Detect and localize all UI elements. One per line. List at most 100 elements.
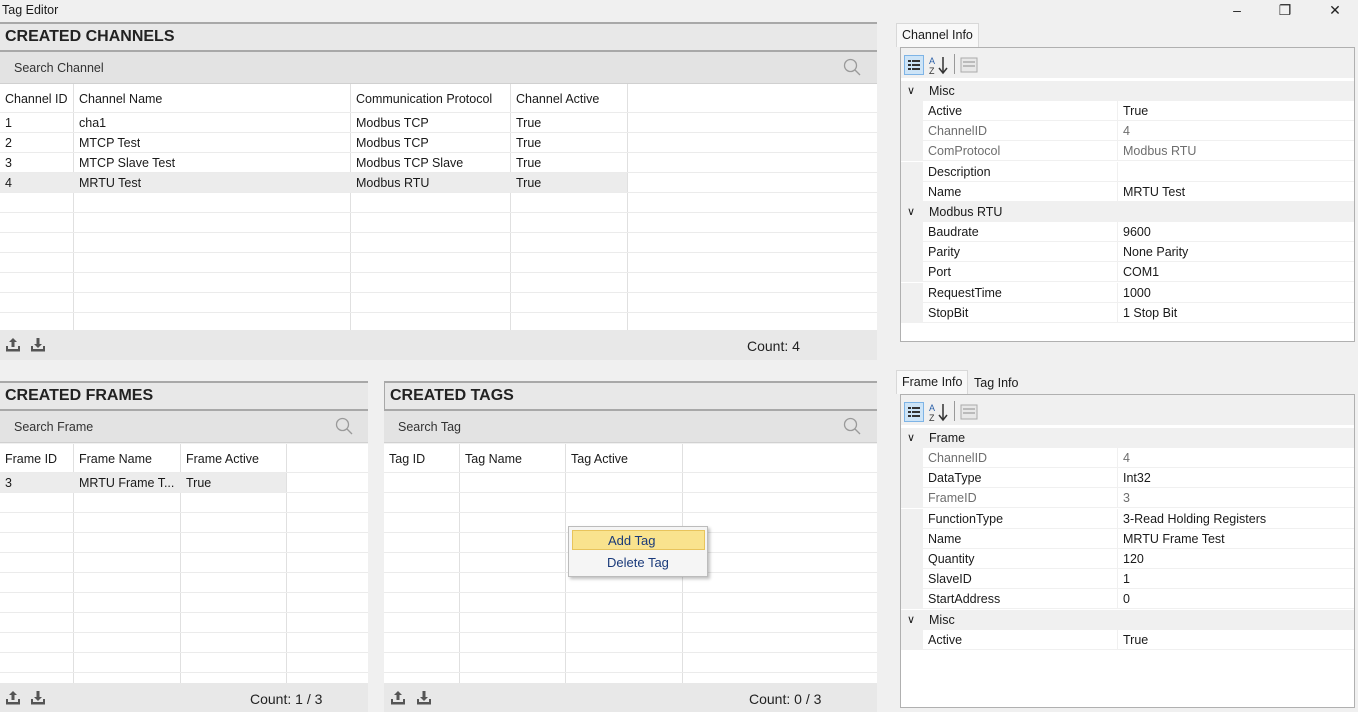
tag-search-bar[interactable]: Search Tag bbox=[384, 411, 877, 443]
property-row[interactable]: Active True bbox=[901, 629, 1354, 650]
channels-table[interactable]: Channel ID Channel Name Communication Pr… bbox=[0, 84, 877, 330]
property-value[interactable]: 0 bbox=[1123, 592, 1130, 606]
category-label: Modbus RTU bbox=[929, 205, 1003, 219]
chevron-down-icon[interactable]: ∨ bbox=[907, 84, 915, 97]
property-value[interactable]: 120 bbox=[1123, 552, 1144, 566]
property-row[interactable]: StartAddress 0 bbox=[901, 589, 1354, 610]
maximize-button[interactable]: ❐ bbox=[1262, 0, 1308, 22]
column-header-channel-name[interactable]: Channel Name bbox=[79, 92, 162, 106]
column-header-tag-name[interactable]: Tag Name bbox=[465, 452, 522, 466]
category-label: Frame bbox=[929, 431, 966, 445]
search-icon[interactable] bbox=[843, 58, 861, 76]
column-header-protocol[interactable]: Communication Protocol bbox=[356, 92, 492, 106]
upload-icon[interactable] bbox=[5, 690, 21, 706]
frame-property-grid[interactable]: AZ ∨ Frame ChannelID 4 DataType Int32 FrameID 3… bbox=[900, 394, 1355, 708]
category-label: Misc bbox=[929, 84, 955, 98]
property-row[interactable]: StopBit 1 Stop Bit bbox=[901, 302, 1354, 323]
menu-item-add-tag[interactable]: Add Tag bbox=[572, 530, 705, 550]
property-value[interactable]: 1 Stop Bit bbox=[1123, 306, 1177, 320]
alphabetical-icon[interactable]: AZ bbox=[928, 55, 950, 75]
property-category[interactable]: ∨ Misc bbox=[901, 81, 1354, 101]
column-header-tag-id[interactable]: Tag ID bbox=[389, 452, 425, 466]
property-name: Description bbox=[928, 164, 991, 179]
channel-property-grid[interactable]: AZ ∨ Misc Active True ChannelID 4 ComProtocol M… bbox=[900, 47, 1355, 342]
property-row[interactable]: FunctionType 3-Read Holding Registers bbox=[901, 508, 1354, 529]
column-header-tag-active[interactable]: Tag Active bbox=[571, 452, 628, 466]
column-divider bbox=[1117, 549, 1118, 569]
tags-header: CREATED TAGS bbox=[384, 381, 877, 411]
property-row[interactable]: RequestTime 1000 bbox=[901, 282, 1354, 303]
property-value[interactable]: 3 bbox=[1123, 491, 1130, 505]
chevron-down-icon[interactable]: ∨ bbox=[907, 431, 915, 444]
property-row[interactable]: Active True bbox=[901, 101, 1354, 121]
svg-text:Z: Z bbox=[929, 66, 935, 75]
property-category[interactable]: ∨ Frame bbox=[901, 428, 1354, 448]
property-value[interactable]: None Parity bbox=[1123, 245, 1188, 259]
download-icon[interactable] bbox=[30, 337, 46, 353]
property-pages-icon[interactable] bbox=[960, 403, 978, 421]
categorized-icon[interactable] bbox=[904, 402, 924, 422]
property-row[interactable]: Description bbox=[901, 161, 1354, 182]
frames-table[interactable]: Frame ID Frame Name Frame Active 3 MRTU … bbox=[0, 444, 368, 683]
property-value[interactable]: MRTU Test bbox=[1123, 185, 1185, 199]
property-value[interactable]: COM1 bbox=[1123, 265, 1159, 279]
property-value[interactable]: 4 bbox=[1123, 124, 1130, 138]
property-row[interactable]: Baudrate 9600 bbox=[901, 222, 1354, 242]
column-header-frame-id[interactable]: Frame ID bbox=[5, 452, 57, 466]
channel-search-input[interactable]: Search Channel bbox=[14, 61, 104, 75]
property-row[interactable]: ChannelID 4 bbox=[901, 448, 1354, 468]
property-row[interactable]: FrameID 3 bbox=[901, 488, 1354, 509]
property-gutter bbox=[901, 569, 923, 590]
property-row[interactable]: Port COM1 bbox=[901, 262, 1354, 283]
column-header-channel-active[interactable]: Channel Active bbox=[516, 92, 599, 106]
property-value[interactable]: MRTU Frame Test bbox=[1123, 532, 1225, 546]
column-header-frame-name[interactable]: Frame Name bbox=[79, 452, 152, 466]
property-value[interactable]: 4 bbox=[1123, 451, 1130, 465]
chevron-down-icon[interactable]: ∨ bbox=[907, 613, 915, 626]
search-icon[interactable] bbox=[843, 417, 861, 435]
property-gutter bbox=[901, 589, 923, 610]
chevron-down-icon[interactable]: ∨ bbox=[907, 205, 915, 218]
property-value[interactable]: True bbox=[1123, 633, 1148, 647]
property-pages-icon[interactable] bbox=[960, 56, 978, 74]
alphabetical-icon[interactable]: AZ bbox=[928, 402, 950, 422]
property-row[interactable]: Quantity 120 bbox=[901, 549, 1354, 569]
upload-icon[interactable] bbox=[5, 337, 21, 353]
property-value[interactable]: Modbus RTU bbox=[1123, 144, 1196, 158]
property-value[interactable]: 1 bbox=[1123, 572, 1130, 586]
property-gutter bbox=[901, 141, 923, 162]
property-value[interactable]: 9600 bbox=[1123, 225, 1151, 239]
column-header-frame-active[interactable]: Frame Active bbox=[186, 452, 259, 466]
upload-icon[interactable] bbox=[390, 690, 406, 706]
property-row[interactable]: Name MRTU Test bbox=[901, 181, 1354, 202]
column-header-channel-id[interactable]: Channel ID bbox=[5, 92, 68, 106]
frame-search-input[interactable]: Search Frame bbox=[14, 420, 93, 434]
property-value[interactable]: Int32 bbox=[1123, 471, 1151, 485]
property-category[interactable]: ∨ Misc bbox=[901, 609, 1354, 630]
tab-channel-info[interactable]: Channel Info bbox=[896, 23, 979, 47]
property-value[interactable]: True bbox=[1123, 104, 1148, 118]
search-icon[interactable] bbox=[335, 417, 353, 435]
property-category[interactable]: ∨ Modbus RTU bbox=[901, 202, 1354, 222]
property-value[interactable]: 3-Read Holding Registers bbox=[1123, 512, 1266, 526]
download-icon[interactable] bbox=[416, 690, 432, 706]
tab-tag-info[interactable]: Tag Info bbox=[969, 372, 1023, 396]
categorized-icon[interactable] bbox=[904, 55, 924, 75]
property-row[interactable]: DataType Int32 bbox=[901, 468, 1354, 489]
menu-item-delete-tag[interactable]: Delete Tag bbox=[572, 553, 705, 573]
channel-search-bar[interactable]: Search Channel bbox=[0, 52, 877, 84]
tag-search-input[interactable]: Search Tag bbox=[398, 420, 461, 434]
property-row[interactable]: Name MRTU Frame Test bbox=[901, 528, 1354, 549]
property-row[interactable]: Parity None Parity bbox=[901, 242, 1354, 263]
close-button[interactable]: ✕ bbox=[1312, 0, 1358, 22]
download-icon[interactable] bbox=[30, 690, 46, 706]
property-row[interactable]: SlaveID 1 bbox=[901, 569, 1354, 590]
column-divider bbox=[1117, 448, 1118, 468]
property-toolbar: AZ bbox=[901, 48, 1354, 78]
property-row[interactable]: ChannelID 4 bbox=[901, 121, 1354, 142]
minimize-button[interactable]: – bbox=[1214, 0, 1260, 22]
frame-search-bar[interactable]: Search Frame bbox=[0, 411, 368, 443]
tab-frame-info[interactable]: Frame Info bbox=[896, 370, 969, 394]
property-value[interactable]: 1000 bbox=[1123, 286, 1151, 300]
property-row[interactable]: ComProtocol Modbus RTU bbox=[901, 141, 1354, 162]
